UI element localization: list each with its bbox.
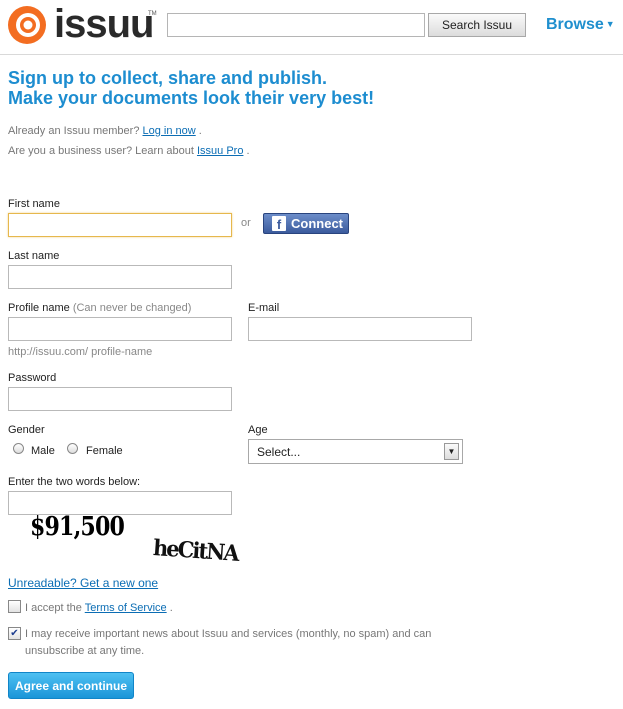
issuu-pro-link[interactable]: Issuu Pro bbox=[197, 145, 243, 157]
first-name-field[interactable] bbox=[8, 213, 232, 237]
profile-name-field[interactable] bbox=[8, 317, 232, 341]
captcha-word-2: heCitNA bbox=[152, 535, 239, 567]
headline-line-1: Sign up to collect, share and publish. bbox=[8, 68, 328, 88]
logo-trademark: TM bbox=[148, 11, 157, 17]
site-header: issuu TM Search Issuu Browse ▼ bbox=[0, 0, 623, 55]
business-suffix: . bbox=[246, 145, 250, 157]
gender-label: Gender bbox=[8, 424, 45, 436]
profile-name-hint: (Can never be changed) bbox=[72, 302, 192, 314]
profile-url-note: http://issuu.com/ profile-name bbox=[8, 346, 153, 358]
newsletter-text-content: I may receive important news about Issuu… bbox=[25, 628, 432, 657]
age-selected-value: Select... bbox=[257, 445, 301, 459]
accept-terms-text: I accept the Terms of Service . bbox=[25, 600, 173, 617]
search-input[interactable] bbox=[167, 13, 425, 37]
business-text: Are you a business user? Learn about bbox=[8, 145, 194, 157]
login-link[interactable]: Log in now bbox=[143, 125, 196, 137]
member-text: Already an Issuu member? bbox=[8, 125, 140, 137]
logo-wordmark[interactable]: issuu bbox=[54, 2, 154, 46]
profile-name-label-text: Profile name bbox=[8, 302, 70, 314]
dropdown-arrow-icon: ▼ bbox=[444, 443, 459, 460]
issuu-logo-icon[interactable] bbox=[7, 5, 47, 45]
member-login-line: Already an Issuu member? Log in now . bbox=[8, 125, 202, 137]
password-label: Password bbox=[8, 372, 57, 384]
email-label: E-mail bbox=[248, 302, 280, 314]
profile-name-label: Profile name (Can never be changed) bbox=[8, 302, 191, 314]
page-headline: Sign up to collect, share and publish. M… bbox=[8, 68, 374, 108]
last-name-field[interactable] bbox=[8, 265, 232, 289]
gender-female-label[interactable]: Female bbox=[86, 445, 123, 457]
business-line: Are you a business user? Learn about Iss… bbox=[8, 145, 250, 157]
agree-and-continue-button[interactable]: Agree and continue bbox=[8, 672, 134, 699]
accept-prefix: I accept the bbox=[25, 602, 82, 614]
last-name-label: Last name bbox=[8, 250, 60, 262]
accept-terms-checkbox[interactable] bbox=[8, 600, 21, 613]
facebook-icon: f bbox=[272, 216, 286, 232]
gender-female-radio[interactable] bbox=[67, 443, 78, 454]
or-text: or bbox=[241, 217, 251, 229]
search-button[interactable]: Search Issuu bbox=[428, 13, 526, 37]
password-field[interactable] bbox=[8, 387, 232, 411]
gender-male-label[interactable]: Male bbox=[31, 445, 55, 457]
headline-line-2: Make your documents look their very best… bbox=[8, 88, 375, 108]
new-captcha-link[interactable]: Unreadable? Get a new one bbox=[8, 576, 158, 590]
email-field[interactable] bbox=[248, 317, 472, 341]
facebook-connect-button[interactable]: f Connect bbox=[263, 213, 349, 234]
terms-of-service-link[interactable]: Terms of Service bbox=[85, 602, 167, 614]
caret-down-icon: ▼ bbox=[605, 19, 615, 29]
browse-label: Browse bbox=[546, 16, 604, 33]
member-suffix: . bbox=[198, 125, 202, 137]
browse-menu[interactable]: Browse ▼ bbox=[546, 16, 615, 34]
first-name-label: First name bbox=[8, 198, 60, 210]
captcha-word-1: $91,500 bbox=[30, 512, 125, 542]
gender-male-radio[interactable] bbox=[13, 443, 24, 454]
accept-suffix: . bbox=[169, 602, 173, 614]
newsletter-text: I may receive important news about Issuu… bbox=[25, 626, 465, 660]
age-label: Age bbox=[248, 424, 268, 436]
connect-label: Connect bbox=[291, 216, 343, 231]
captcha-label: Enter the two words below: bbox=[8, 476, 141, 488]
age-select[interactable]: Select... ▼ bbox=[248, 439, 463, 464]
